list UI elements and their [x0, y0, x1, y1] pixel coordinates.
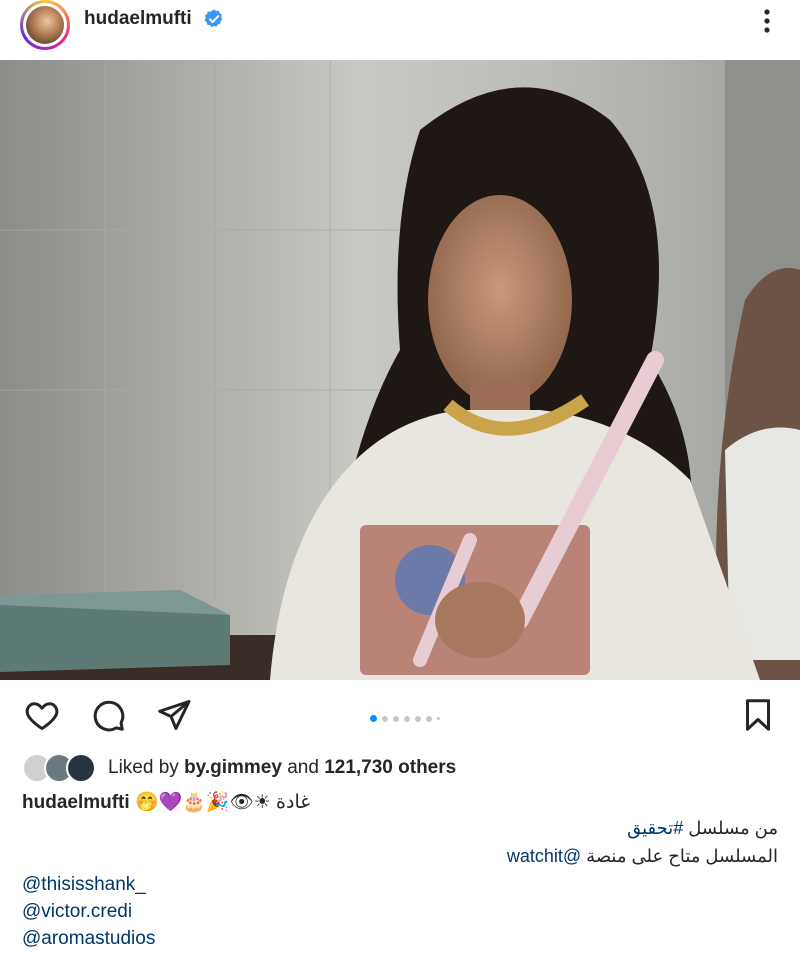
- post-photo-illustration: [0, 60, 800, 680]
- profile-avatar[interactable]: [20, 0, 70, 50]
- caption-text: من مسلسل: [683, 818, 778, 838]
- mention-link[interactable]: @watchit: [507, 846, 581, 866]
- likes-prefix: Liked by: [108, 757, 179, 778]
- likes-text: Liked by by.gimmey and 121,730 others: [108, 757, 456, 779]
- carousel-dot: [393, 715, 399, 722]
- caption-first-line: hudaelmufti 🤭💜🎂🎉👁☀ غادة: [22, 790, 310, 814]
- mention-link[interactable]: @thisisshank_: [22, 874, 146, 896]
- comment-icon[interactable]: [90, 697, 126, 733]
- post-header: hudaelmufti: [0, 0, 800, 60]
- post-image[interactable]: [0, 60, 800, 680]
- mention-link[interactable]: @aromastudios: [22, 928, 155, 950]
- username[interactable]: hudaelmufti: [84, 8, 192, 30]
- send-icon[interactable]: [156, 697, 192, 733]
- caption-line-series: من مسلسل #تحقيق: [627, 818, 778, 839]
- carousel-dot: [426, 715, 432, 722]
- likes-count[interactable]: 121,730 others: [324, 757, 456, 778]
- likes-connector: and: [287, 757, 319, 778]
- carousel-dot: [404, 715, 410, 722]
- caption-line-platform: المسلسل متاح على منصة @watchit: [507, 846, 778, 867]
- liker-avatar: [66, 753, 96, 783]
- likes-row[interactable]: Liked by by.gimmey and 121,730 others: [22, 753, 782, 783]
- carousel-indicator: [370, 710, 445, 728]
- action-bar: [0, 685, 800, 745]
- carousel-dot: [370, 715, 377, 723]
- caption-emojis: 🤭💜🎂🎉👁☀: [134, 791, 271, 813]
- caption-text: المسلسل متاح على منصة: [581, 846, 778, 866]
- hashtag-link[interactable]: #تحقيق: [627, 818, 683, 838]
- verified-badge-icon: [204, 9, 223, 28]
- caption-username[interactable]: hudaelmufti: [22, 792, 130, 813]
- carousel-dot: [437, 717, 440, 721]
- more-vertical-icon[interactable]: [758, 6, 776, 36]
- carousel-dot: [382, 715, 388, 722]
- caption-name: غادة: [276, 792, 311, 813]
- liker-username[interactable]: by.gimmey: [184, 757, 282, 778]
- bookmark-icon[interactable]: [740, 697, 776, 733]
- heart-icon[interactable]: [24, 697, 60, 733]
- mention-link[interactable]: @victor.credi: [22, 901, 132, 923]
- carousel-dot: [415, 715, 421, 722]
